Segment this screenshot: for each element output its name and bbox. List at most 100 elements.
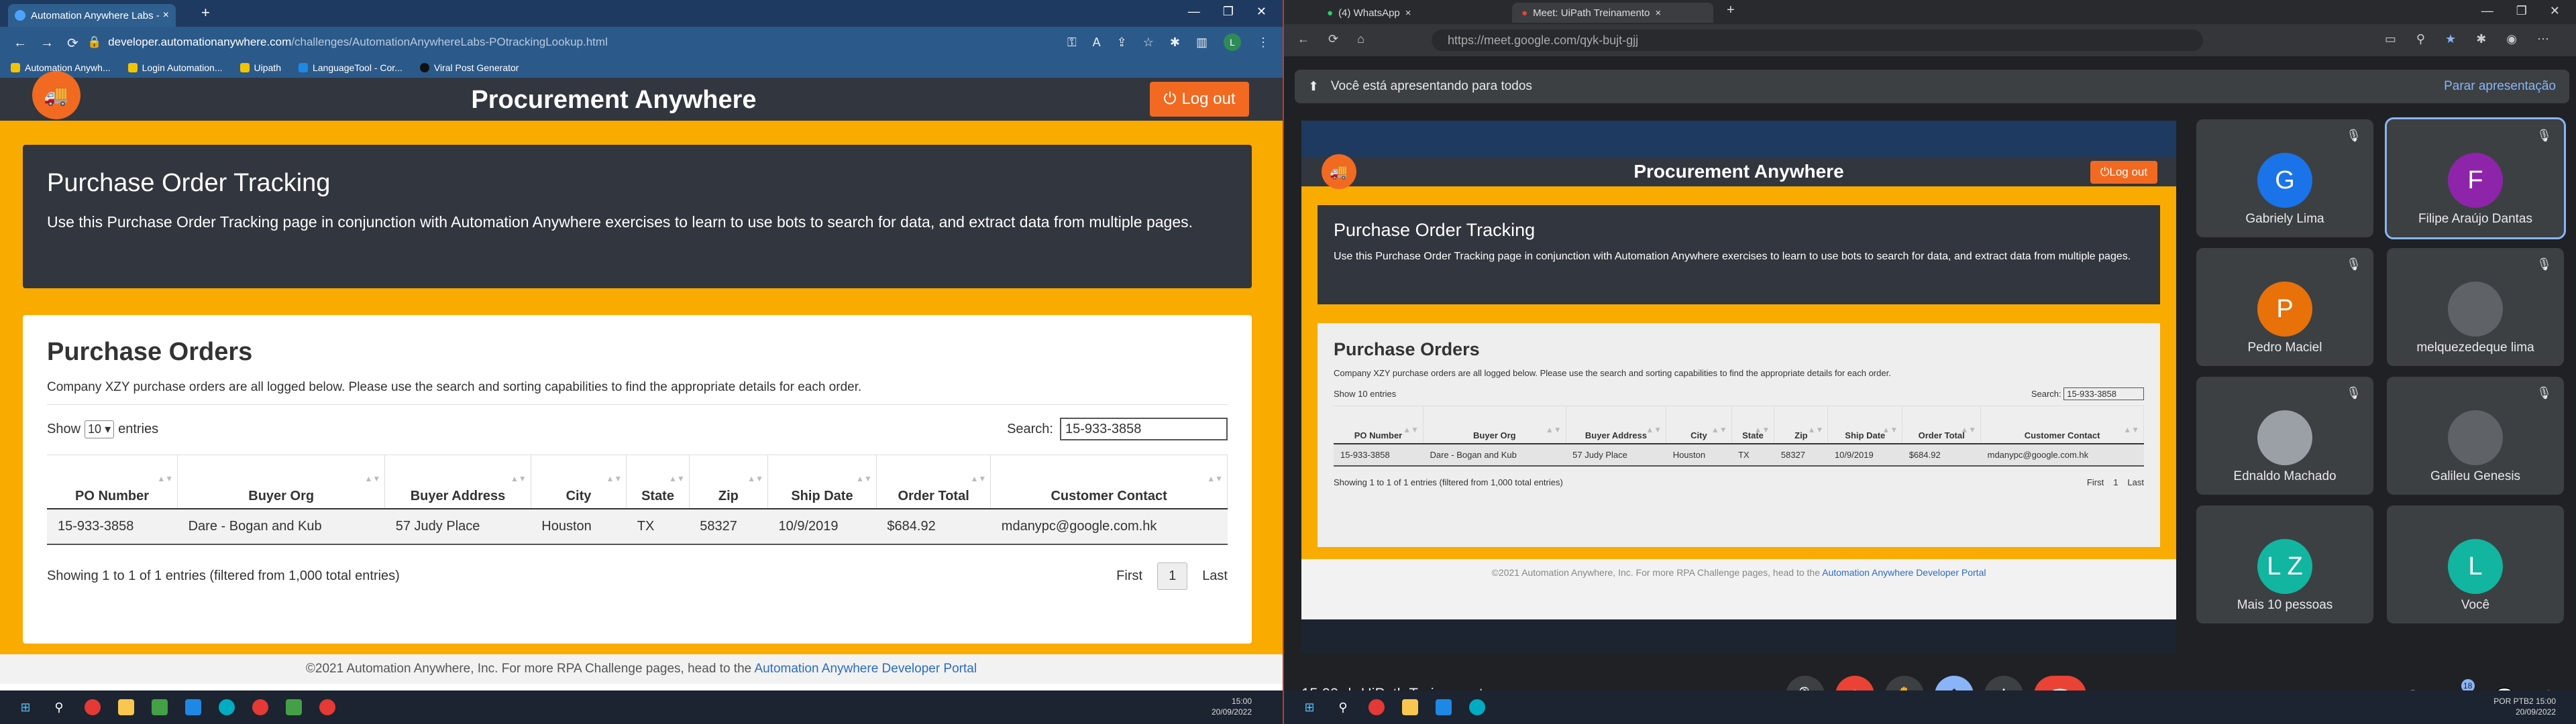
column-header[interactable]: Zip ▲▼ bbox=[1774, 406, 1829, 444]
site-favicon-icon bbox=[15, 10, 25, 21]
search-input[interactable]: 15-933-3858 bbox=[1060, 418, 1228, 440]
minimize-icon[interactable]: — bbox=[1188, 5, 1200, 19]
close-tab-icon[interactable]: × bbox=[1655, 7, 1661, 19]
maximize-icon[interactable]: ❐ bbox=[1223, 5, 1234, 19]
close-window-icon[interactable]: ✕ bbox=[2550, 4, 2560, 18]
logout-button[interactable]: ⏻ Log out bbox=[1150, 82, 1249, 117]
column-header[interactable]: Customer Contact ▲▼ bbox=[1980, 406, 2144, 444]
column-header[interactable]: Order Total ▲▼ bbox=[876, 455, 991, 509]
extensions-icon[interactable]: ✱ bbox=[2476, 32, 2486, 46]
new-tab-icon[interactable]: + bbox=[1727, 3, 1735, 18]
edge-icon[interactable] bbox=[1469, 699, 1485, 715]
chrome-icon[interactable] bbox=[85, 699, 101, 715]
browser-tab-active[interactable]: Automation Anywhere Labs - PO × bbox=[8, 4, 176, 27]
new-tab-icon[interactable]: + bbox=[201, 4, 210, 21]
app-icon[interactable] bbox=[252, 699, 268, 715]
card-subtitle: Company XZY purchase orders are all logg… bbox=[47, 380, 862, 394]
back-icon[interactable]: ← bbox=[1297, 32, 1309, 46]
close-window-icon[interactable]: ✕ bbox=[1256, 5, 1267, 19]
profile-icon[interactable]: ◉ bbox=[2506, 32, 2517, 46]
column-header[interactable]: Order Total ▲▼ bbox=[1902, 406, 1982, 444]
logout-label: Log out bbox=[2109, 166, 2148, 178]
column-header[interactable]: State ▲▼ bbox=[626, 455, 690, 509]
camera-icon[interactable]: ▭ bbox=[2385, 32, 2396, 46]
app-icon[interactable] bbox=[185, 699, 201, 715]
browser-tab-active[interactable]: ● Meet: UiPath Treinamento × bbox=[1512, 3, 1713, 23]
star-icon[interactable]: ★ bbox=[2445, 32, 2456, 46]
zoom-icon[interactable]: ⚲ bbox=[2416, 32, 2425, 46]
participant-tile[interactable]: P Pedro Maciel 🎙 bbox=[2196, 248, 2373, 366]
column-header[interactable]: Ship Date ▲▼ bbox=[1827, 406, 1903, 444]
url-field[interactable]: 🔒 developer.automationanywhere.com/chall… bbox=[87, 32, 1026, 52]
star-icon[interactable]: ☆ bbox=[1143, 36, 1154, 50]
file-explorer-icon[interactable] bbox=[1402, 699, 1418, 715]
translate-icon[interactable]: A bbox=[1093, 36, 1101, 50]
bookmark-item[interactable]: Viral Post Generator bbox=[419, 62, 519, 73]
profile-avatar[interactable]: L bbox=[1224, 34, 1241, 51]
column-header[interactable]: PO Number ▲▼ bbox=[1334, 406, 1424, 444]
reload-icon[interactable]: ⟳ bbox=[1328, 32, 1338, 46]
reload-icon[interactable]: ⟳ bbox=[67, 35, 78, 52]
column-header[interactable]: City ▲▼ bbox=[1666, 406, 1732, 444]
column-header[interactable]: Customer Contact ▲▼ bbox=[990, 455, 1228, 509]
participant-name: Mais 10 pessoas bbox=[2237, 598, 2333, 612]
column-header[interactable]: City ▲▼ bbox=[531, 455, 627, 509]
extensions-icon[interactable]: ✱ bbox=[1170, 36, 1180, 50]
back-icon[interactable]: ← bbox=[13, 36, 27, 51]
bookmark-item[interactable]: Login Automation... bbox=[127, 62, 223, 73]
maximize-icon[interactable]: ❐ bbox=[2516, 4, 2527, 18]
sidepanel-icon[interactable]: ▥ bbox=[1196, 36, 1208, 50]
participant-tile[interactable]: F Filipe Araújo Dantas 🎙 bbox=[2385, 117, 2566, 239]
key-icon[interactable]: ⚿ bbox=[1067, 36, 1077, 50]
participant-tile[interactable]: melquezedeque lima 🎙 bbox=[2387, 248, 2564, 366]
taskbar-clock[interactable]: 15:00 20/09/2022 bbox=[1212, 696, 1252, 717]
column-header[interactable]: Ship Date ▲▼ bbox=[767, 455, 877, 509]
windows-start-icon[interactable]: ⊞ bbox=[1301, 699, 1318, 715]
bookmark-item[interactable]: Uipath bbox=[239, 62, 281, 73]
participant-tile[interactable]: G Gabriely Lima 🎙 bbox=[2196, 119, 2373, 237]
preview-browser-chrome bbox=[1301, 121, 2176, 157]
url-field[interactable]: https://meet.google.com/qyk-bujt-gjj bbox=[1432, 29, 2203, 51]
participant-tile[interactable]: L Z Mais 10 pessoas bbox=[2196, 505, 2373, 623]
pager-first[interactable]: First bbox=[1116, 568, 1142, 584]
bookmark-item[interactable]: LanguageTool - Cor... bbox=[298, 62, 402, 73]
home-icon[interactable]: ⌂ bbox=[1357, 32, 1364, 46]
column-header[interactable]: Buyer Org ▲▼ bbox=[1423, 406, 1566, 444]
app-icon[interactable] bbox=[286, 699, 302, 715]
close-tab-icon[interactable]: × bbox=[1405, 7, 1411, 19]
participant-tile[interactable]: Ednaldo Machado 🎙 bbox=[2196, 377, 2373, 495]
notes-icon[interactable] bbox=[152, 699, 168, 715]
browser-tab[interactable]: ● (4) WhatsApp × bbox=[1318, 3, 1421, 23]
column-header[interactable]: Buyer Address ▲▼ bbox=[1566, 406, 1667, 444]
participant-tile[interactable]: L Você bbox=[2387, 505, 2564, 623]
pager-last[interactable]: Last bbox=[1202, 568, 1228, 584]
table-cell: 10/9/2019 bbox=[767, 508, 877, 545]
share-icon[interactable]: ⇪ bbox=[1117, 36, 1127, 50]
menu-icon[interactable]: ⋯ bbox=[2537, 32, 2549, 46]
forward-icon[interactable]: → bbox=[40, 36, 54, 51]
windows-start-icon[interactable]: ⊞ bbox=[17, 699, 34, 715]
pager-page[interactable]: 1 bbox=[1157, 562, 1188, 590]
minimize-icon[interactable]: — bbox=[2481, 4, 2493, 18]
column-label: PO Number bbox=[1354, 430, 1403, 440]
mic-muted-icon: 🎙 bbox=[2346, 129, 2361, 142]
edge-icon[interactable] bbox=[219, 699, 235, 715]
close-tab-icon[interactable]: × bbox=[163, 9, 169, 21]
entries-select[interactable]: 10 ▾ bbox=[85, 420, 115, 438]
column-header[interactable]: Buyer Address ▲▼ bbox=[384, 455, 531, 509]
taskbar-clock[interactable]: POR PTB2 15:00 20/09/2022 bbox=[2493, 696, 2556, 717]
menu-icon[interactable]: ⋮ bbox=[1257, 36, 1269, 50]
column-header[interactable]: Buyer Org ▲▼ bbox=[177, 455, 386, 509]
column-header[interactable]: PO Number ▲▼ bbox=[47, 455, 178, 509]
developer-portal-link[interactable]: Automation Anywhere Developer Portal bbox=[754, 662, 977, 676]
chrome-icon[interactable] bbox=[1368, 699, 1385, 715]
search-icon[interactable]: ⚲ bbox=[1335, 699, 1351, 715]
participant-tile[interactable]: Galileu Genesis 🎙 bbox=[2387, 377, 2564, 495]
app-icon[interactable] bbox=[319, 699, 335, 715]
app-icon[interactable] bbox=[1436, 699, 1452, 715]
column-header[interactable]: State ▲▼ bbox=[1731, 406, 1775, 444]
search-icon[interactable]: ⚲ bbox=[51, 699, 67, 715]
file-explorer-icon[interactable] bbox=[118, 699, 134, 715]
stop-presenting-button[interactable]: Parar apresentação bbox=[2444, 79, 2556, 94]
column-header[interactable]: Zip ▲▼ bbox=[689, 455, 769, 509]
